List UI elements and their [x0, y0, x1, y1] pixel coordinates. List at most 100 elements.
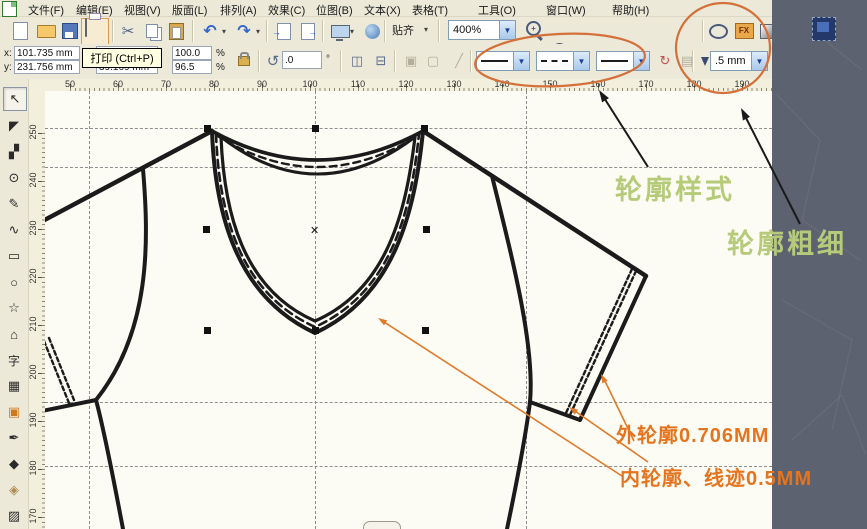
- export-icon: [301, 22, 317, 40]
- open-folder-icon: [36, 24, 56, 38]
- y-position-field[interactable]: 231.756 mm: [14, 60, 80, 74]
- selection-handle-bottom-right[interactable]: [422, 327, 429, 334]
- polygon-tool[interactable]: ☆: [3, 297, 25, 319]
- menu-effects[interactable]: 效果(C): [268, 2, 305, 18]
- effects-badge-button[interactable]: FX: [732, 19, 756, 43]
- outline-style-combo[interactable]: ▼: [536, 51, 590, 71]
- basic-shapes-tool[interactable]: ⌂: [3, 323, 25, 345]
- redo-dropdown[interactable]: ▾: [256, 27, 260, 36]
- x-position-field[interactable]: 101.735 mm: [14, 46, 80, 60]
- redo-button[interactable]: ↷: [232, 19, 256, 43]
- undo-button[interactable]: ↶: [198, 19, 222, 43]
- selection-handle-middle-right[interactable]: [423, 226, 430, 233]
- cut-button[interactable]: ✂: [116, 19, 140, 43]
- outline-shape-button[interactable]: [706, 19, 730, 43]
- snap-to-button[interactable]: 贴齐: [392, 22, 414, 38]
- zoom-in-icon: +: [526, 21, 541, 36]
- copy-button[interactable]: [140, 19, 164, 43]
- menu-tools[interactable]: 工具(O): [478, 2, 516, 18]
- mirror-horizontal-button[interactable]: ◫: [346, 50, 368, 72]
- selection-handle-middle-left[interactable]: [203, 226, 210, 233]
- text-tool[interactable]: 字: [3, 349, 25, 371]
- start-arrowhead-combo[interactable]: ▼: [476, 51, 530, 71]
- open-button[interactable]: [34, 19, 58, 43]
- collar-back-stitch-line: [214, 133, 421, 169]
- propbar-separator: [394, 50, 396, 72]
- crop-tool[interactable]: ▞: [3, 141, 25, 163]
- freehand-tool[interactable]: ✎: [3, 193, 25, 215]
- zoom-in-button[interactable]: +: [524, 19, 546, 41]
- application-launcher-button[interactable]: [328, 19, 352, 43]
- start-arrowhead-combo-arrow[interactable]: ▼: [513, 52, 529, 70]
- snap-to-dropdown[interactable]: ▾: [424, 25, 428, 34]
- import-button[interactable]: [272, 19, 296, 43]
- corel-online-button[interactable]: [360, 19, 384, 43]
- app-window: 文件(F) 编辑(E) 视图(V) 版面(L) 排列(A) 效果(C) 位图(B…: [0, 0, 777, 529]
- outline-width-combo-arrow[interactable]: ▼: [751, 52, 767, 70]
- zoom-combo-arrow[interactable]: ▼: [499, 21, 515, 39]
- percent-sign: %: [216, 62, 225, 73]
- selection-center-marker[interactable]: ✕: [310, 225, 319, 236]
- selection-handle-top-right[interactable]: [421, 125, 428, 132]
- end-arrowhead-combo[interactable]: ▼: [596, 51, 650, 71]
- hruler-number: 130: [446, 79, 462, 89]
- selection-handle-bottom-center[interactable]: [312, 327, 319, 334]
- combine-button[interactable]: ▣: [400, 50, 422, 72]
- mirror-vertical-button[interactable]: ⊟: [370, 50, 392, 72]
- group-button[interactable]: ▢: [422, 50, 444, 72]
- outline-pen-tool[interactable]: ◆: [3, 453, 25, 475]
- eyedropper-tool[interactable]: ✒: [3, 427, 25, 449]
- end-arrowhead-combo-arrow[interactable]: ▼: [633, 52, 649, 70]
- smart-drawing-tool[interactable]: ∿: [3, 219, 25, 241]
- menu-file[interactable]: 文件(F): [28, 2, 64, 18]
- scale-x-field[interactable]: 100.0: [172, 46, 212, 60]
- menu-text[interactable]: 文本(X): [364, 2, 401, 18]
- selection-handle-top-left[interactable]: [204, 125, 211, 132]
- import-icon: [272, 22, 291, 40]
- undo-dropdown[interactable]: ▾: [222, 27, 226, 36]
- vruler-number: 200: [28, 364, 38, 380]
- zoom-tool[interactable]: ⊙: [3, 167, 25, 189]
- menu-arrange[interactable]: 排列(A): [220, 2, 257, 18]
- print-button[interactable]: [81, 18, 109, 45]
- shape-tool[interactable]: ◤: [3, 115, 25, 137]
- auto-close-curve-button[interactable]: ↻: [654, 50, 676, 72]
- zoom-level-combo[interactable]: 400% ▼: [448, 20, 516, 40]
- rotation-angle-field[interactable]: .0: [282, 51, 322, 69]
- selection-handle-top-center[interactable]: [312, 125, 319, 132]
- lock-ratio-toggle[interactable]: [238, 52, 250, 66]
- menu-table[interactable]: 表格(T): [412, 2, 448, 18]
- ellipse-tool[interactable]: ○: [3, 271, 25, 293]
- menu-view[interactable]: 视图(V): [124, 2, 161, 18]
- fill-tool[interactable]: ◈: [3, 479, 25, 501]
- selection-handle-bottom-left[interactable]: [204, 327, 211, 334]
- interactive-fill-tool[interactable]: ▨: [3, 505, 25, 527]
- outline-style-combo-arrow[interactable]: ▼: [573, 52, 589, 70]
- menu-layout[interactable]: 版面(L): [172, 2, 207, 18]
- menu-window[interactable]: 窗口(W): [546, 2, 586, 18]
- vertical-ruler[interactable]: 250 240 230 220 210 200 190 180 170: [28, 91, 46, 529]
- hruler-number: 100: [302, 79, 318, 89]
- toolbar-separator: [438, 20, 440, 42]
- rectangle-tool[interactable]: ▭: [3, 245, 25, 267]
- toolbox: ↖ ◤ ▞ ⊙ ✎ ∿ ▭ ○ ☆ ⌂ 字 ▦ ▣ ✒ ◆ ◈ ▨: [0, 79, 29, 529]
- vruler-number: 180: [28, 460, 38, 476]
- toolbar-separator: [266, 20, 268, 42]
- propbar-separator: [470, 50, 472, 72]
- scale-y-field[interactable]: 96.5: [172, 60, 212, 74]
- outline-style-preview: [541, 60, 568, 62]
- left-sleeve-bottom-edge: [45, 398, 98, 413]
- outline-width-combo[interactable]: .5 mm ▼: [710, 51, 768, 71]
- paste-button[interactable]: [164, 19, 188, 43]
- export-button[interactable]: [296, 19, 320, 43]
- new-document-button[interactable]: [8, 19, 32, 43]
- save-button[interactable]: [58, 19, 82, 43]
- desktop-shortcut-icon[interactable]: [812, 17, 836, 41]
- interactive-blend-tool[interactable]: ▣: [3, 401, 25, 423]
- convert-to-curves-button[interactable]: ╱: [448, 50, 470, 72]
- application-launcher-dropdown[interactable]: ▾: [350, 27, 354, 36]
- menu-bitmaps[interactable]: 位图(B): [316, 2, 353, 18]
- menu-help[interactable]: 帮助(H): [612, 2, 649, 18]
- pick-tool[interactable]: ↖: [3, 87, 27, 111]
- table-tool[interactable]: ▦: [3, 375, 25, 397]
